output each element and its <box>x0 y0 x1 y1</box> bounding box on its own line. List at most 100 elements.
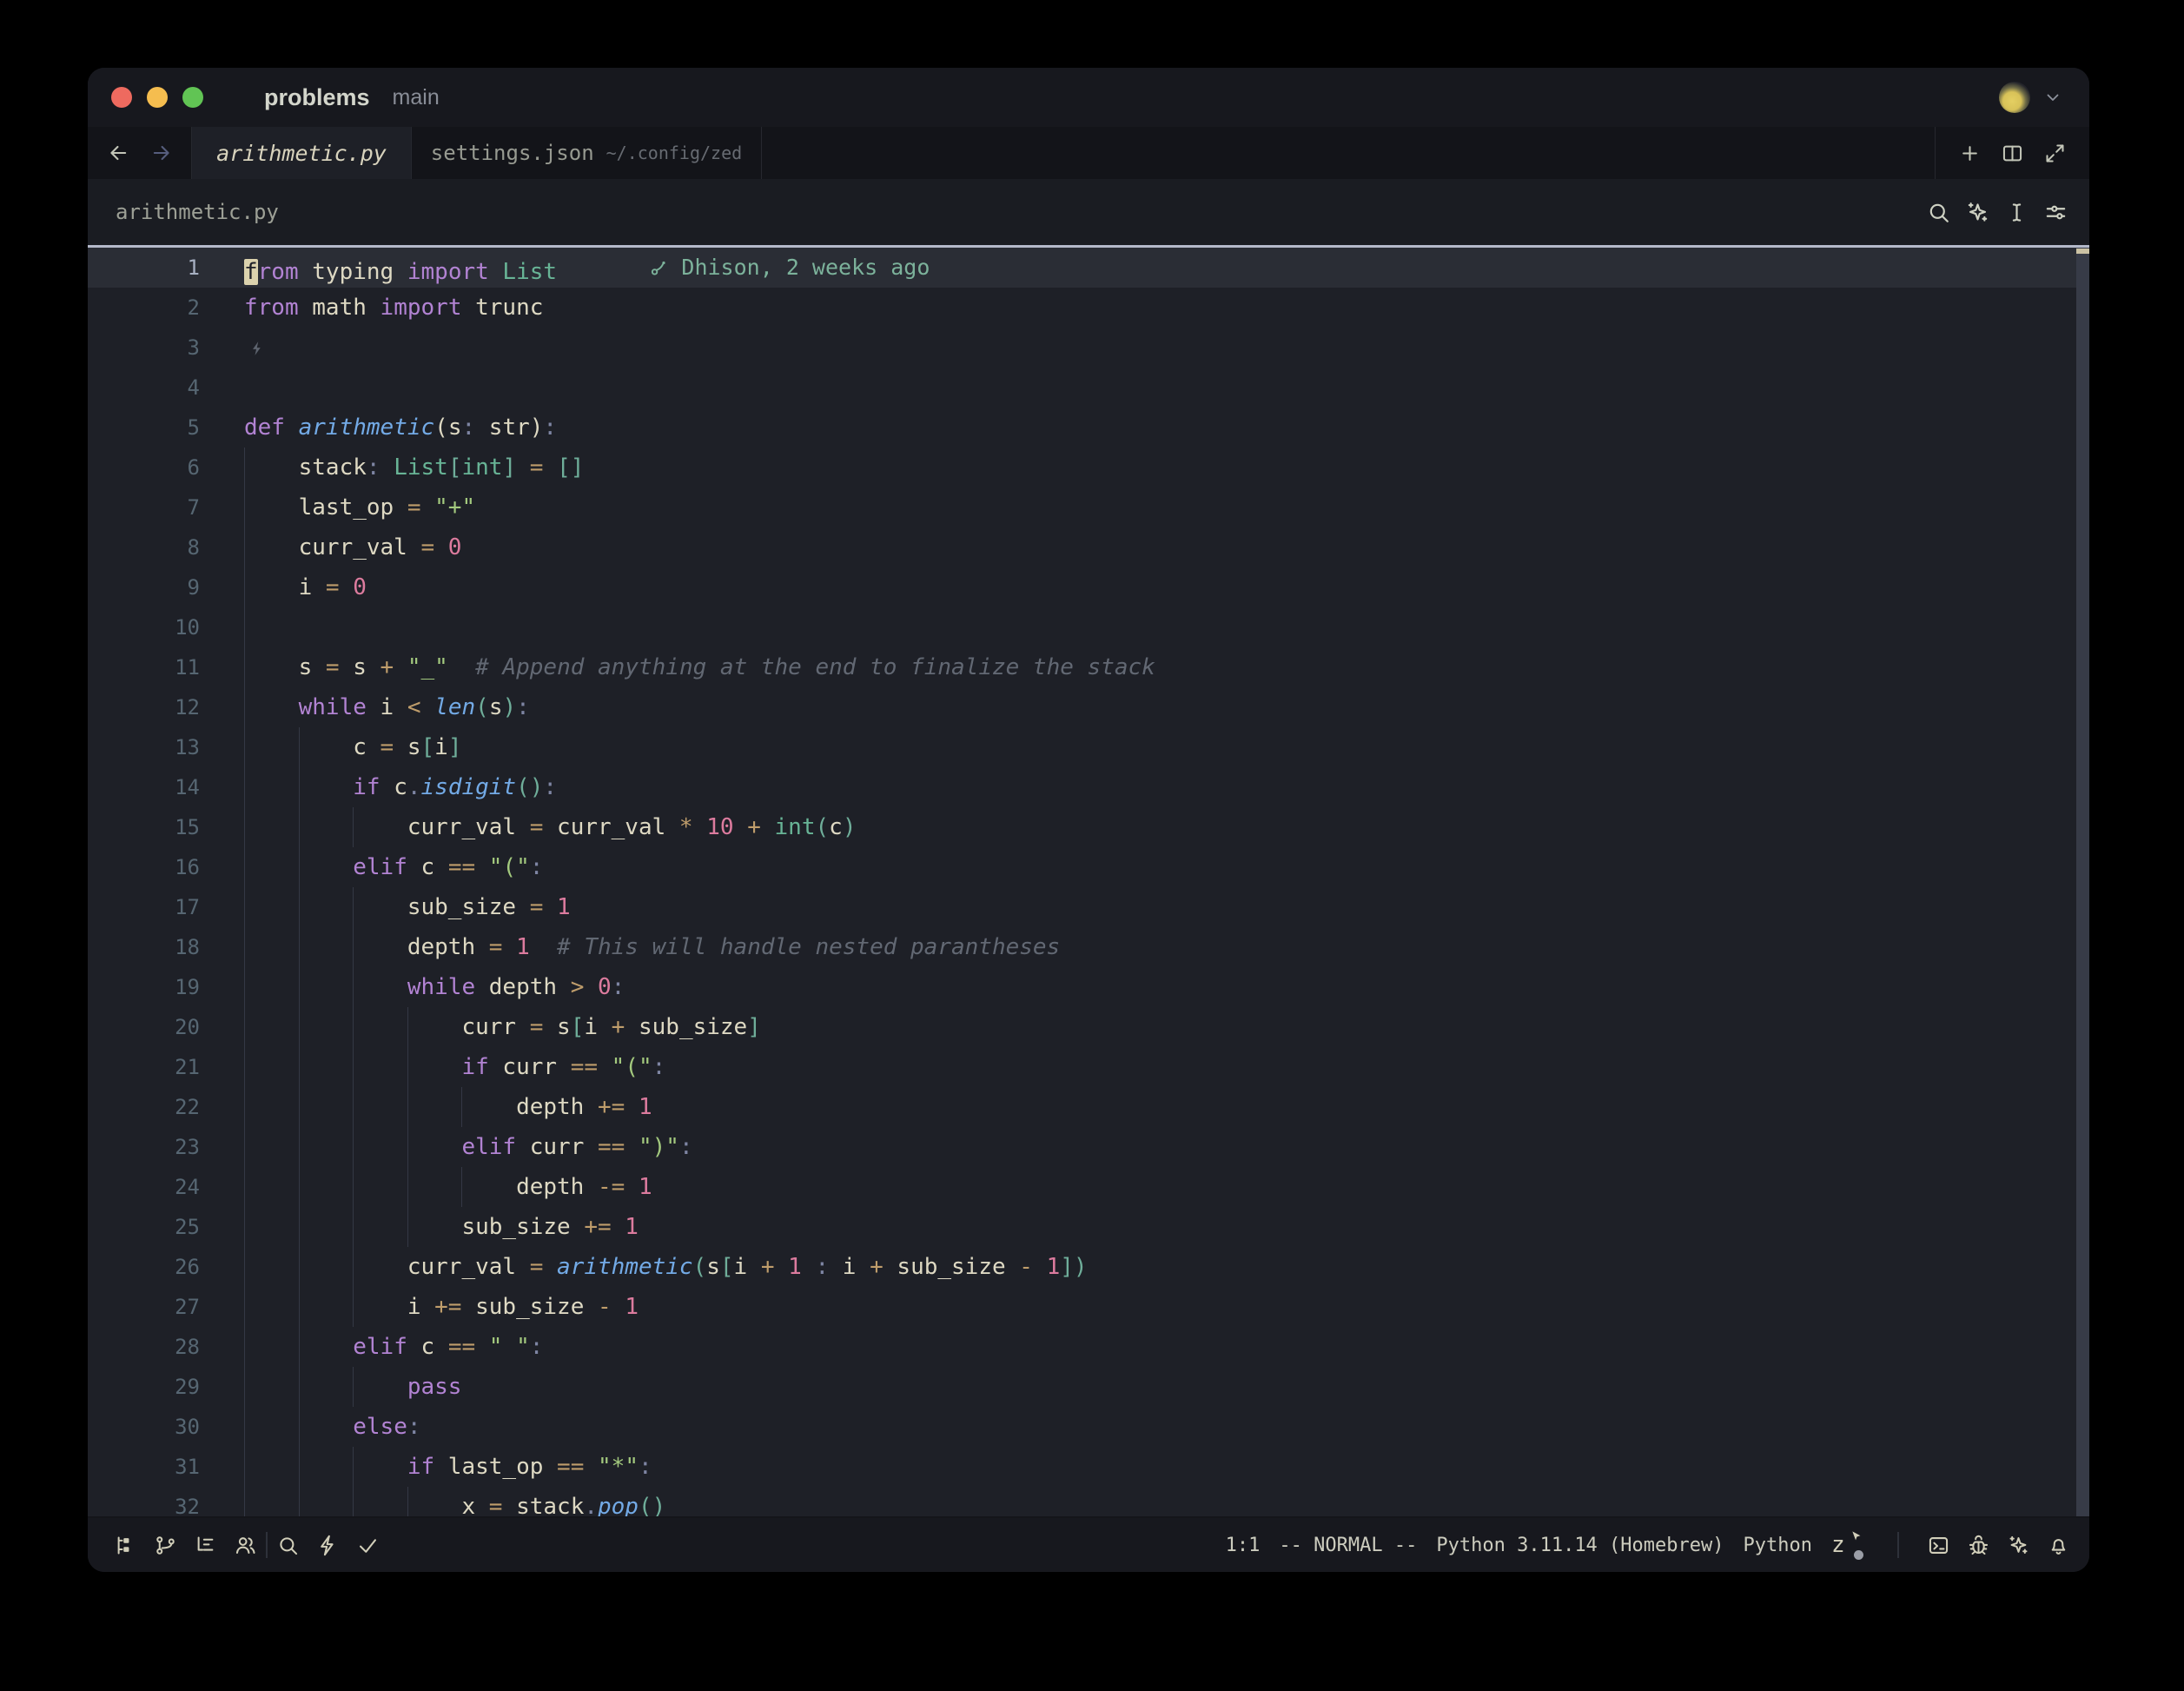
scrollbar[interactable] <box>2076 248 2089 1516</box>
ibeam-icon[interactable] <box>2004 200 2029 225</box>
avatar[interactable] <box>1999 82 2030 113</box>
scrollbar-cursor-marker <box>2076 249 2089 254</box>
code-line[interactable]: 21 if curr == "(": <box>88 1047 2089 1087</box>
code-line[interactable]: 32 x = stack.pop() <box>88 1487 2089 1516</box>
code-text: depth -= 1 <box>200 1167 2089 1207</box>
indent-guide <box>244 1287 245 1327</box>
tab-settings-json[interactable]: settings.json ~/.config/zed <box>412 127 762 179</box>
code-line[interactable]: 25 sub_size += 1 <box>88 1207 2089 1247</box>
code-line[interactable]: 23 elif curr == ")": <box>88 1127 2089 1167</box>
indent-guide <box>299 767 300 807</box>
split-icon[interactable] <box>2001 142 2024 165</box>
git-branch-icon[interactable] <box>154 1534 177 1557</box>
line-number: 16 <box>88 847 200 887</box>
cursor-position[interactable]: 1:1 <box>1226 1535 1261 1556</box>
project-title[interactable]: problems <box>264 84 370 111</box>
code-text: c = s[i] <box>200 727 2089 767</box>
line-number: 23 <box>88 1127 200 1167</box>
language-selector[interactable]: Python <box>1744 1535 1812 1556</box>
code-text: while depth > 0: <box>200 967 2089 1007</box>
navigate-back-icon[interactable] <box>106 141 130 165</box>
indent-guide <box>353 887 354 927</box>
chevron-down-icon[interactable] <box>2042 87 2063 108</box>
tab-label: settings.json <box>431 141 594 165</box>
line-number: 27 <box>88 1287 200 1327</box>
code-text: else: <box>200 1407 2089 1447</box>
zap-icon[interactable] <box>316 1534 340 1557</box>
toolchain-selector[interactable]: Python 3.11.14 (Homebrew) <box>1436 1535 1724 1556</box>
code-line[interactable]: 19 while depth > 0: <box>88 967 2089 1007</box>
code-line[interactable]: 7 last_op = "+" <box>88 487 2089 527</box>
indent-guide <box>244 487 245 527</box>
code-line[interactable]: 17 sub_size = 1 <box>88 887 2089 927</box>
edit-prediction-icon[interactable]: z <box>1831 1530 1870 1560</box>
line-number: 5 <box>88 408 200 448</box>
code-line[interactable]: 8 curr_val = 0 <box>88 527 2089 567</box>
code-line[interactable]: 26 curr_val = arithmetic(s[i + 1 : i + s… <box>88 1247 2089 1287</box>
code-line[interactable]: 4 <box>88 368 2089 408</box>
code-line[interactable]: 18 depth = 1 # This will handle nested p… <box>88 927 2089 967</box>
breadcrumb[interactable]: arithmetic.py <box>116 200 279 224</box>
code-line[interactable]: 2from math import trunc <box>88 288 2089 328</box>
indent-guide <box>244 847 245 887</box>
code-line[interactable]: 28 elif c == " ": <box>88 1327 2089 1367</box>
close-button[interactable] <box>111 87 132 108</box>
check-icon[interactable] <box>356 1534 380 1557</box>
tab-arithmetic-py[interactable]: arithmetic.py <box>192 127 412 179</box>
panel-tree-icon[interactable] <box>114 1534 137 1557</box>
code-editor[interactable]: 1from typing import ListDhison, 2 weeks … <box>88 248 2089 1516</box>
code-line[interactable]: 6 stack: List[int] = [] <box>88 448 2089 487</box>
line-number: 8 <box>88 527 200 567</box>
users-icon[interactable] <box>234 1534 257 1557</box>
search-icon[interactable] <box>276 1534 300 1557</box>
code-line[interactable]: 5def arithmetic(s: str): <box>88 408 2089 448</box>
navigate-forward-icon[interactable] <box>149 141 174 165</box>
code-line[interactable]: 15 curr_val = curr_val * 10 + int(c) <box>88 807 2089 847</box>
maximize-icon[interactable] <box>2043 142 2067 165</box>
line-number: 15 <box>88 807 200 847</box>
search-icon[interactable] <box>1926 200 1951 225</box>
indent-guide <box>353 967 354 1007</box>
bug-icon[interactable] <box>1967 1534 1990 1557</box>
code-line[interactable]: 16 elif c == "(": <box>88 847 2089 887</box>
zoom-button[interactable] <box>182 87 203 108</box>
sparkles-icon[interactable] <box>2007 1534 2030 1557</box>
minimize-button[interactable] <box>147 87 168 108</box>
indent-guide <box>353 927 354 967</box>
indent-guide <box>244 1247 245 1287</box>
plus-icon[interactable] <box>1958 142 1982 165</box>
indent-guide <box>299 887 300 927</box>
code-line[interactable]: 1from typing import ListDhison, 2 weeks … <box>88 248 2089 288</box>
tab-label: arithmetic.py <box>216 141 387 166</box>
code-line[interactable]: 9 i = 0 <box>88 567 2089 607</box>
sliders-icon[interactable] <box>2043 200 2068 225</box>
code-line[interactable]: 12 while i < len(s): <box>88 687 2089 727</box>
indent-guide <box>244 647 245 687</box>
list-tree-icon[interactable] <box>194 1534 217 1557</box>
code-line[interactable]: 29 pass <box>88 1367 2089 1407</box>
status-divider <box>1897 1532 1899 1558</box>
code-line[interactable]: 14 if c.isdigit(): <box>88 767 2089 807</box>
toolbar-actions <box>1926 200 2068 225</box>
code-line[interactable]: 10 <box>88 607 2089 647</box>
code-text: if c.isdigit(): <box>200 767 2089 807</box>
git-branch-name[interactable]: main <box>393 85 440 110</box>
code-line[interactable]: 24 depth -= 1 <box>88 1167 2089 1207</box>
zed-window: problems main arithmetic.py settings.jso… <box>88 68 2089 1572</box>
code-text: sub_size += 1 <box>200 1207 2089 1247</box>
code-line[interactable]: 11 s = s + "_" # Append anything at the … <box>88 647 2089 687</box>
sparkles-icon[interactable] <box>1965 200 1990 225</box>
code-line[interactable]: 27 i += sub_size - 1 <box>88 1287 2089 1327</box>
line-number: 32 <box>88 1487 200 1516</box>
line-number: 13 <box>88 727 200 767</box>
code-line[interactable]: 13 c = s[i] <box>88 727 2089 767</box>
code-line[interactable]: 30 else: <box>88 1407 2089 1447</box>
terminal-icon[interactable] <box>1927 1534 1950 1557</box>
code-line[interactable]: 31 if last_op == "*": <box>88 1447 2089 1487</box>
indent-guide <box>244 1087 245 1127</box>
code-line[interactable]: 3 <box>88 328 2089 368</box>
code-line[interactable]: 20 curr = s[i + sub_size] <box>88 1007 2089 1047</box>
bell-icon[interactable] <box>2047 1534 2070 1557</box>
code-line[interactable]: 22 depth += 1 <box>88 1087 2089 1127</box>
indent-guide <box>299 1287 300 1327</box>
